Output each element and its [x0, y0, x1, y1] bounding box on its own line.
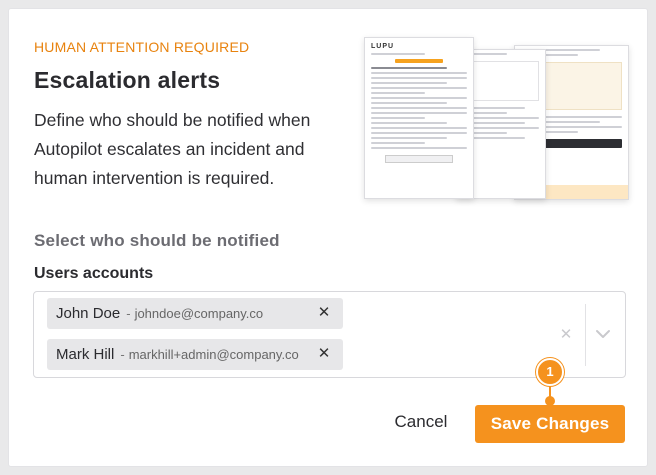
select-divider [585, 304, 586, 366]
step-number: 1 [536, 358, 564, 386]
chip-separator: - [126, 306, 131, 321]
user-chip: Mark Hill - markhill+admin@company.co ✕ [47, 339, 343, 370]
page-description: Define who should be notified when Autop… [34, 110, 311, 188]
user-chip: John Doe - johndoe@company.co ✕ [47, 298, 343, 329]
clear-icon[interactable]: ✕ [558, 325, 574, 345]
step-marker: 1 [535, 358, 565, 418]
chip-separator: - [120, 347, 125, 362]
chip-user-name: Mark Hill [56, 346, 115, 363]
chip-user-email: markhill+admin@company.co [128, 347, 299, 362]
email-preview-illustration: LUPU [364, 37, 639, 207]
users-accounts-label: Users accounts [34, 265, 154, 282]
escalation-alerts-card: HUMAN ATTENTION REQUIRED Escalation aler… [8, 8, 648, 467]
page-title: Escalation alerts [34, 67, 221, 93]
step-dot [545, 396, 555, 406]
close-icon[interactable]: ✕ [315, 345, 333, 363]
chip-user-email: johndoe@company.co [134, 306, 264, 321]
chip-user-name: John Doe [56, 305, 121, 322]
section-kicker: HUMAN ATTENTION REQUIRED [34, 39, 250, 55]
cancel-button[interactable]: Cancel [385, 407, 457, 437]
preview-logo: LUPU [371, 43, 395, 50]
notify-section-title: Select who should be notified [34, 231, 280, 250]
preview-document-front: LUPU [364, 37, 474, 199]
chevron-down-icon[interactable] [592, 324, 614, 344]
close-icon[interactable]: ✕ [315, 304, 333, 322]
